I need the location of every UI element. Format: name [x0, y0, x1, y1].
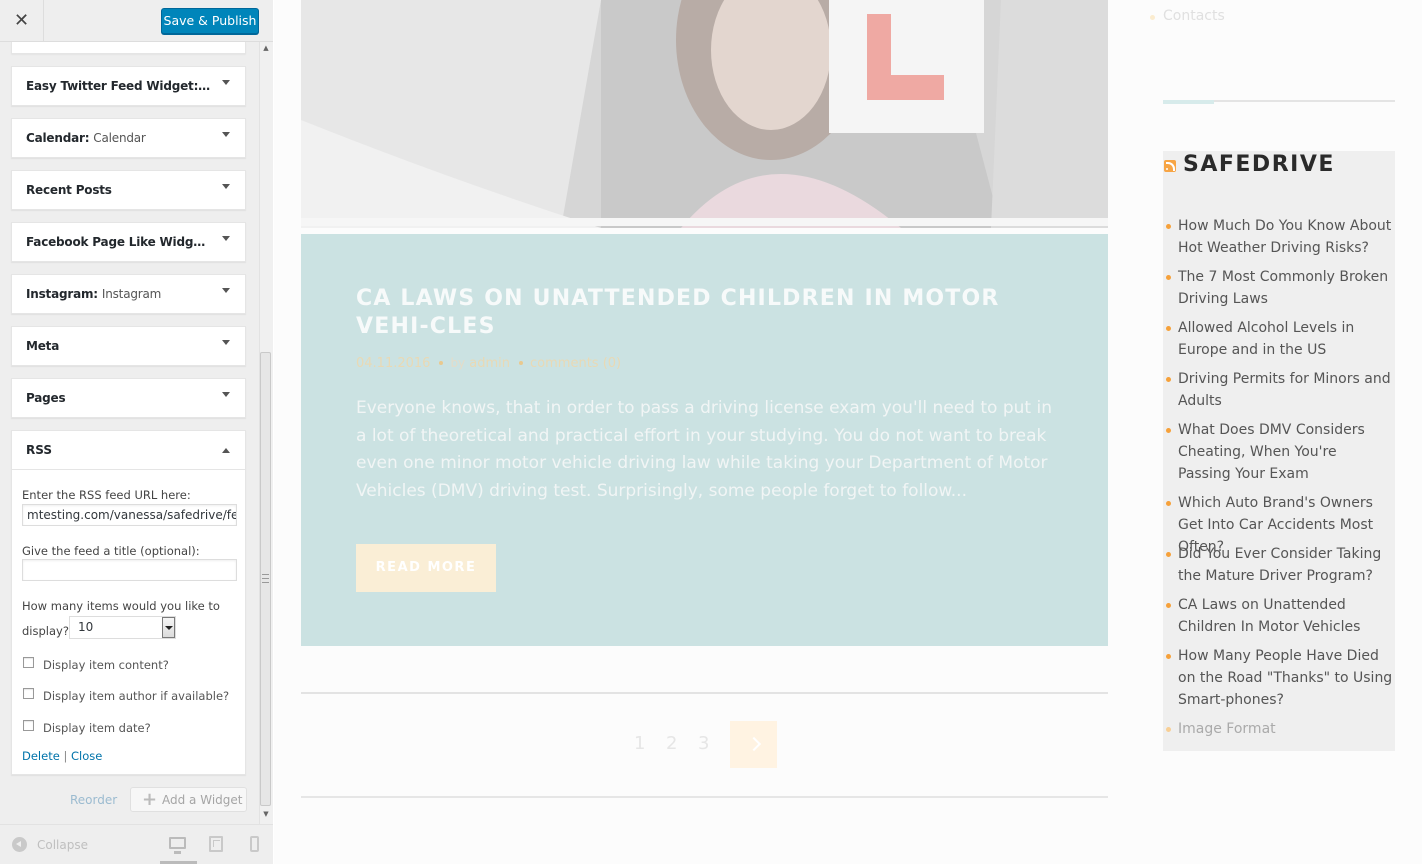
customizer-sidebar: ✕ Save & Publish Easy Twitter Feed Widge… [0, 0, 273, 864]
collapse-icon[interactable] [12, 837, 27, 852]
tablet-icon[interactable] [209, 836, 223, 852]
separator: | [63, 749, 68, 763]
post-card: CA LAWS ON UNATTENDED CHILDREN IN MOTOR … [301, 234, 1108, 646]
display-date-checkbox[interactable] [23, 720, 34, 731]
mobile-icon[interactable] [250, 836, 259, 852]
feed-item[interactable]: Allowed Alcohol Levels in Europe and in … [1166, 317, 1393, 361]
rss-icon[interactable] [1164, 160, 1176, 172]
rss-url-input[interactable]: mtesting.com/vanessa/safedrive/feed [22, 504, 237, 526]
feed-title-label: Give the feed a title (optional): [22, 544, 200, 558]
chevron-up-icon[interactable] [222, 448, 230, 453]
items-count-label: How many items would you like to [22, 599, 220, 613]
desktop-icon[interactable] [169, 837, 186, 854]
add-widget-button[interactable]: + Add a Widget [130, 787, 247, 812]
feed-item[interactable]: How Much Do You Know About Hot Weather D… [1166, 215, 1393, 259]
feed-item[interactable]: Did You Ever Consider Taking the Mature … [1166, 543, 1393, 587]
meta-separator [519, 360, 524, 365]
widget-title: Calendar: Calendar [26, 131, 146, 145]
meta-separator [439, 360, 444, 365]
scroll-up-arrow-icon[interactable]: ▲ [262, 44, 270, 54]
chevron-down-icon[interactable] [222, 236, 230, 241]
chevron-down-icon[interactable] [222, 80, 230, 85]
widget-title: Easy Twitter Feed Widget: T... [26, 79, 212, 93]
post-meta: 04.11.2016 by admin comments (0) [356, 356, 621, 371]
feed-item[interactable]: CA Laws on Unattended Children In Motor … [1166, 594, 1393, 638]
post-comments[interactable]: comments (0) [530, 356, 621, 371]
display-author-checkbox[interactable] [23, 688, 34, 699]
widget-title: Instagram: Instagram [26, 287, 162, 301]
feed-item[interactable]: Driving Permits for Minors and Adults [1166, 368, 1393, 412]
collapse-label[interactable]: Collapse [37, 838, 88, 852]
reorder-link[interactable]: Reorder [70, 793, 117, 807]
next-arrow-icon[interactable] [730, 721, 777, 768]
scrollbar-grip-icon [262, 574, 269, 583]
rss-widget-header[interactable]: RSS [12, 431, 245, 470]
rss-feed-widget: SAFEDRIVE How Much Do You Know About Hot… [1163, 151, 1395, 751]
page-link-1[interactable]: 1 [634, 733, 645, 754]
widget-rss-expanded: RSS Enter the RSS feed URL here: mtestin… [11, 430, 246, 775]
close-link[interactable]: Close [71, 749, 102, 763]
widget-title: Facebook Page Like Widget: ... [26, 235, 212, 249]
post-excerpt: Everyone knows, that in order to pass a … [356, 398, 1052, 501]
footer-divider [301, 796, 1108, 798]
widget-actions: Delete | Close [22, 749, 102, 763]
close-icon[interactable]: ✕ [0, 0, 44, 42]
chevron-down-icon[interactable] [222, 288, 230, 293]
widget-calendar[interactable]: Calendar: Calendar [11, 118, 246, 158]
widget-easy-twitter-feed[interactable]: Easy Twitter Feed Widget: T... [11, 66, 246, 106]
chevron-down-icon[interactable] [222, 132, 230, 137]
items-count-label-2: display? [22, 624, 69, 638]
scroll-down-arrow-icon[interactable]: ▼ [262, 810, 270, 820]
chevron-down-icon[interactable] [222, 184, 230, 189]
sidebar-divider-accent [1163, 100, 1214, 104]
feed-title-input[interactable] [22, 559, 237, 581]
post-by-label: by [450, 356, 466, 370]
pagination-divider [301, 692, 1108, 694]
page-link-3[interactable]: 3 [698, 733, 709, 754]
rss-feed-title[interactable]: SAFEDRIVE [1183, 152, 1335, 177]
feed-item[interactable]: How Many People Have Died on the Road "T… [1166, 645, 1393, 711]
widget-pages[interactable]: Pages [11, 378, 246, 418]
display-content-checkbox[interactable] [23, 657, 34, 668]
widget-partial-above [11, 42, 246, 54]
post-date[interactable]: 04.11.2016 [356, 356, 430, 371]
sidebar-link-contacts[interactable]: Contacts [1150, 8, 1225, 24]
read-more-button[interactable]: READ MORE [356, 544, 496, 592]
rss-widget-title: RSS [26, 443, 52, 457]
chevron-down-icon[interactable] [162, 617, 175, 638]
page-link-2[interactable]: 2 [666, 733, 677, 754]
feed-item[interactable]: The 7 Most Commonly Broken Driving Laws [1166, 266, 1393, 310]
widget-instagram[interactable]: Instagram: Instagram [11, 274, 246, 314]
save-publish-button[interactable]: Save & Publish [161, 8, 259, 34]
display-author-label: Display item author if available? [43, 689, 230, 703]
site-preview: CA LAWS ON UNATTENDED CHILDREN IN MOTOR … [274, 0, 1422, 864]
customizer-footer: Collapse [0, 824, 273, 864]
plus-icon: + [142, 789, 158, 810]
rss-url-label: Enter the RSS feed URL here: [22, 488, 191, 502]
learner-driver-photo [301, 0, 1108, 228]
post-author[interactable]: admin [469, 356, 510, 371]
display-content-label: Display item content? [43, 658, 169, 672]
widget-title: Pages [26, 391, 66, 405]
chevron-down-icon[interactable] [222, 392, 230, 397]
widget-title: Meta [26, 339, 60, 353]
delete-link[interactable]: Delete [22, 749, 60, 763]
chevron-down-icon[interactable] [222, 340, 230, 345]
display-date-label: Display item date? [43, 721, 151, 735]
items-count-select[interactable]: 10 [69, 616, 176, 639]
post-featured-image [301, 0, 1108, 228]
feed-item[interactable]: What Does DMV Considers Cheating, When Y… [1166, 419, 1393, 485]
feed-item[interactable]: Image Format [1166, 718, 1393, 740]
widget-title: Recent Posts [26, 183, 112, 197]
customizer-header: ✕ Save & Publish [0, 0, 273, 42]
widget-recent-posts[interactable]: Recent Posts [11, 170, 246, 210]
add-widget-label: Add a Widget [162, 793, 243, 807]
widget-meta[interactable]: Meta [11, 326, 246, 366]
post-title[interactable]: CA LAWS ON UNATTENDED CHILDREN IN MOTOR … [356, 285, 1046, 341]
widget-facebook-page-like[interactable]: Facebook Page Like Widget: ... [11, 222, 246, 262]
